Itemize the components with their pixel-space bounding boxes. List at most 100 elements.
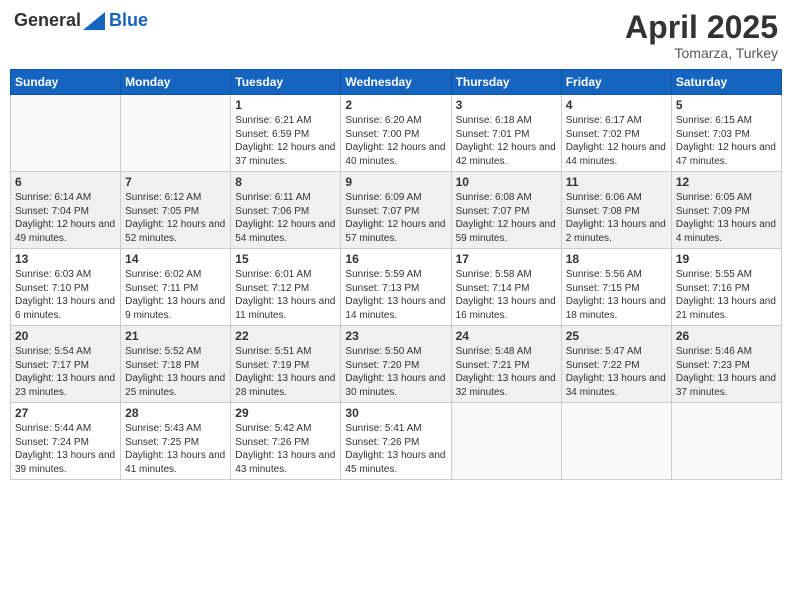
cell-info: Sunrise: 5:43 AM Sunset: 7:25 PM Dayligh… [125,422,226,476]
calendar-cell: 2Sunrise: 6:20 AM Sunset: 7:00 PM Daylig… [341,95,451,172]
day-number: 24 [456,329,557,343]
weekday-header-friday: Friday [561,70,671,95]
calendar-cell: 19 Sunrise: 5:55 AM Sunset: 7:16 PM Dayli… [671,249,781,326]
title-block: April 2025 Tomarza, Turkey [625,10,778,61]
cell-info: Sunrise: 5:56 AM Sunset: 7:15 PM Dayligh… [566,268,667,322]
day-number: 11 [566,175,667,189]
cell-info: Sunrise: 5:48 AM Sunset: 7:21 PM Dayligh… [456,345,557,399]
calendar-cell: 9 Sunrise: 6:09 AM Sunset: 7:07 PM Daylig… [341,172,451,249]
calendar-cell: 15 Sunrise: 6:01 AM Sunset: 7:12 PM Dayli… [231,249,341,326]
day-number: 20 [15,329,116,343]
day-number: 28 [125,406,226,420]
cell-info: Sunrise: 5:55 AM Sunset: 7:16 PM Dayligh… [676,268,777,322]
weekday-header-monday: Monday [121,70,231,95]
cell-info: Sunrise: 5:58 AM Sunset: 7:14 PM Dayligh… [456,268,557,322]
day-number: 6 [15,175,116,189]
calendar-cell: 20 Sunrise: 5:54 AM Sunset: 7:17 PM Dayli… [11,326,121,403]
calendar-week-row: 27Sunrise: 5:44 AM Sunset: 7:24 PM Dayli… [11,403,782,480]
weekday-header-row: SundayMondayTuesdayWednesdayThursdayFrid… [11,70,782,95]
calendar-cell: 6Sunrise: 6:14 AM Sunset: 7:04 PM Daylig… [11,172,121,249]
calendar-cell: 13 Sunrise: 6:03 AM Sunset: 7:10 PM Dayli… [11,249,121,326]
calendar-week-row: 1 Sunrise: 6:21 AM Sunset: 6:59 PM Daylig… [11,95,782,172]
calendar-cell [451,403,561,480]
logo-general: General [14,10,81,31]
cell-info: Sunrise: 5:52 AM Sunset: 7:18 PM Dayligh… [125,345,226,399]
calendar-week-row: 20 Sunrise: 5:54 AM Sunset: 7:17 PM Dayli… [11,326,782,403]
calendar-cell: 4Sunrise: 6:17 AM Sunset: 7:02 PM Daylig… [561,95,671,172]
calendar-cell: 3Sunrise: 6:18 AM Sunset: 7:01 PM Daylig… [451,95,561,172]
day-number: 7 [125,175,226,189]
day-number: 19 [676,252,777,266]
calendar-cell: 22 Sunrise: 5:51 AM Sunset: 7:19 PM Dayli… [231,326,341,403]
day-number: 12 [676,175,777,189]
calendar-cell: 18 Sunrise: 5:56 AM Sunset: 7:15 PM Dayli… [561,249,671,326]
day-number: 25 [566,329,667,343]
cell-info: Sunrise: 6:05 AM Sunset: 7:09 PM Dayligh… [676,191,777,245]
logo: General Blue [14,10,148,31]
cell-info: Sunrise: 6:01 AM Sunset: 7:12 PM Dayligh… [235,268,336,322]
weekday-header-sunday: Sunday [11,70,121,95]
calendar-cell: 21 Sunrise: 5:52 AM Sunset: 7:18 PM Dayli… [121,326,231,403]
location-title: Tomarza, Turkey [625,45,778,61]
day-number: 4 [566,98,667,112]
calendar-cell: 29 Sunrise: 5:42 AM Sunset: 7:26 PM Dayli… [231,403,341,480]
cell-info: Sunrise: 6:11 AM Sunset: 7:06 PM Dayligh… [235,191,336,245]
calendar-week-row: 13 Sunrise: 6:03 AM Sunset: 7:10 PM Dayli… [11,249,782,326]
day-number: 16 [345,252,446,266]
day-number: 15 [235,252,336,266]
calendar-cell: 30 Sunrise: 5:41 AM Sunset: 7:26 PM Dayli… [341,403,451,480]
cell-info: Sunrise: 5:44 AM Sunset: 7:24 PM Dayligh… [15,422,116,476]
page-header: General Blue April 2025 Tomarza, Turkey [10,10,782,61]
calendar-cell: 12 Sunrise: 6:05 AM Sunset: 7:09 PM Dayli… [671,172,781,249]
day-number: 10 [456,175,557,189]
cell-info: Sunrise: 5:59 AM Sunset: 7:13 PM Dayligh… [345,268,446,322]
day-number: 13 [15,252,116,266]
calendar-cell: 1 Sunrise: 6:21 AM Sunset: 6:59 PM Daylig… [231,95,341,172]
weekday-header-wednesday: Wednesday [341,70,451,95]
day-number: 30 [345,406,446,420]
cell-info: Sunrise: 6:18 AM Sunset: 7:01 PM Dayligh… [456,114,557,168]
weekday-header-thursday: Thursday [451,70,561,95]
month-title: April 2025 [625,10,778,45]
calendar-cell: 14Sunrise: 6:02 AM Sunset: 7:11 PM Dayli… [121,249,231,326]
calendar-cell: 23 Sunrise: 5:50 AM Sunset: 7:20 PM Dayli… [341,326,451,403]
calendar-cell: 7 Sunrise: 6:12 AM Sunset: 7:05 PM Daylig… [121,172,231,249]
day-number: 9 [345,175,446,189]
cell-info: Sunrise: 6:03 AM Sunset: 7:10 PM Dayligh… [15,268,116,322]
cell-info: Sunrise: 5:54 AM Sunset: 7:17 PM Dayligh… [15,345,116,399]
cell-info: Sunrise: 5:50 AM Sunset: 7:20 PM Dayligh… [345,345,446,399]
calendar-cell: 28 Sunrise: 5:43 AM Sunset: 7:25 PM Dayli… [121,403,231,480]
cell-info: Sunrise: 6:06 AM Sunset: 7:08 PM Dayligh… [566,191,667,245]
calendar-cell [671,403,781,480]
day-number: 18 [566,252,667,266]
day-number: 23 [345,329,446,343]
cell-info: Sunrise: 6:02 AM Sunset: 7:11 PM Dayligh… [125,268,226,322]
calendar-cell: 16 Sunrise: 5:59 AM Sunset: 7:13 PM Dayli… [341,249,451,326]
day-number: 5 [676,98,777,112]
calendar-cell: 10Sunrise: 6:08 AM Sunset: 7:07 PM Dayli… [451,172,561,249]
cell-info: Sunrise: 5:51 AM Sunset: 7:19 PM Dayligh… [235,345,336,399]
weekday-header-tuesday: Tuesday [231,70,341,95]
calendar-table: SundayMondayTuesdayWednesdayThursdayFrid… [10,69,782,480]
cell-info: Sunrise: 6:09 AM Sunset: 7:07 PM Dayligh… [345,191,446,245]
calendar-cell: 24 Sunrise: 5:48 AM Sunset: 7:21 PM Dayli… [451,326,561,403]
logo-icon [83,12,105,30]
calendar-cell [561,403,671,480]
calendar-cell: 17Sunrise: 5:58 AM Sunset: 7:14 PM Dayli… [451,249,561,326]
cell-info: Sunrise: 6:15 AM Sunset: 7:03 PM Dayligh… [676,114,777,168]
day-number: 2 [345,98,446,112]
cell-info: Sunrise: 5:47 AM Sunset: 7:22 PM Dayligh… [566,345,667,399]
day-number: 22 [235,329,336,343]
day-number: 21 [125,329,226,343]
calendar-cell: 8Sunrise: 6:11 AM Sunset: 7:06 PM Daylig… [231,172,341,249]
cell-info: Sunrise: 5:42 AM Sunset: 7:26 PM Dayligh… [235,422,336,476]
calendar-cell: 11 Sunrise: 6:06 AM Sunset: 7:08 PM Dayli… [561,172,671,249]
calendar-cell [121,95,231,172]
cell-info: Sunrise: 5:41 AM Sunset: 7:26 PM Dayligh… [345,422,446,476]
day-number: 1 [235,98,336,112]
cell-info: Sunrise: 6:21 AM Sunset: 6:59 PM Dayligh… [235,114,336,168]
calendar-week-row: 6Sunrise: 6:14 AM Sunset: 7:04 PM Daylig… [11,172,782,249]
day-number: 29 [235,406,336,420]
weekday-header-saturday: Saturday [671,70,781,95]
cell-info: Sunrise: 6:12 AM Sunset: 7:05 PM Dayligh… [125,191,226,245]
